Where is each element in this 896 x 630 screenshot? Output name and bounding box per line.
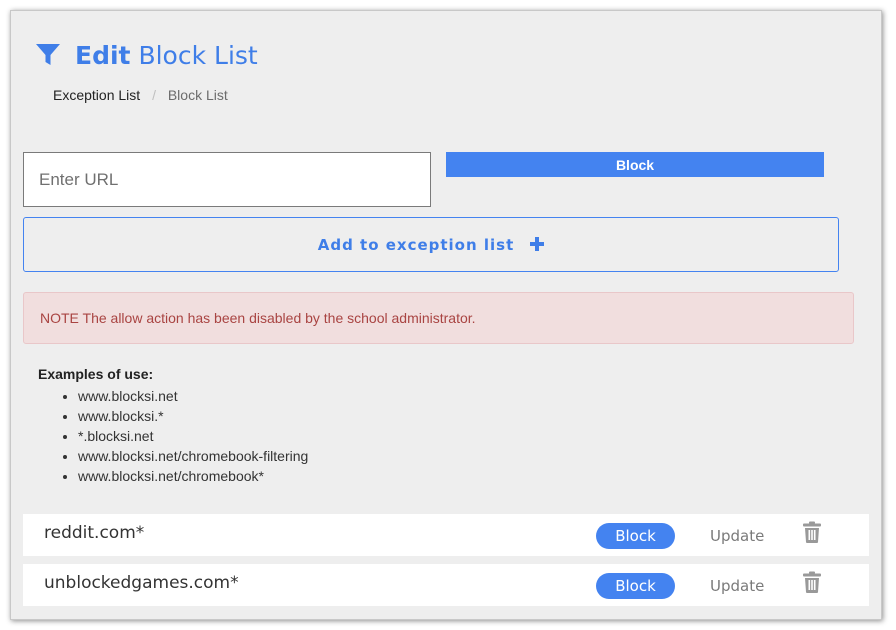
breadcrumb-separator: / — [152, 87, 156, 103]
trash-icon[interactable] — [802, 521, 822, 543]
admin-note-text: NOTE The allow action has been disabled … — [40, 310, 476, 326]
add-to-exception-list-label: Add to exception list — [317, 235, 515, 254]
edit-block-list-panel: Edit Block List Exception List / Block L… — [10, 10, 882, 620]
filter-icon — [35, 43, 61, 67]
example-item: www.blocksi.net/chromebook-filtering — [78, 446, 308, 466]
url-input[interactable] — [23, 152, 431, 207]
breadcrumb: Exception List / Block List — [53, 87, 228, 103]
page-title-bold: Edit — [75, 40, 131, 70]
block-action-button[interactable]: Block — [446, 152, 824, 177]
breadcrumb-item-exception-list[interactable]: Exception List — [53, 87, 140, 103]
examples-section: Examples of use: www.blocksi.net www.blo… — [38, 366, 308, 486]
example-item: www.blocksi.net/chromebook* — [78, 466, 308, 486]
breadcrumb-item-block-list: Block List — [167, 87, 228, 103]
block-list-row: unblockedgames.com* Block Update — [23, 564, 869, 606]
example-item: www.blocksi.net — [78, 386, 308, 406]
row-domain: unblockedgames.com* — [44, 573, 239, 593]
row-update-link[interactable]: Update — [710, 527, 764, 545]
trash-icon[interactable] — [802, 571, 822, 593]
admin-note-alert: NOTE The allow action has been disabled … — [23, 292, 854, 344]
examples-list: www.blocksi.net www.blocksi.* *.blocksi.… — [38, 386, 308, 486]
row-block-toggle[interactable]: Block — [596, 523, 675, 549]
row-domain: reddit.com* — [44, 523, 145, 543]
examples-title: Examples of use: — [38, 366, 154, 382]
page-title: Edit Block List — [75, 41, 258, 70]
add-to-exception-list-button[interactable]: Add to exception list — [23, 217, 839, 272]
block-list-row: reddit.com* Block Update — [23, 514, 869, 556]
example-item: *.blocksi.net — [78, 426, 308, 446]
row-block-toggle[interactable]: Block — [596, 573, 675, 599]
example-item: www.blocksi.* — [78, 406, 308, 426]
page-header: Edit Block List — [35, 37, 258, 73]
plus-icon — [530, 234, 545, 256]
page-title-rest: Block List — [138, 40, 258, 70]
row-update-link[interactable]: Update — [710, 577, 764, 595]
